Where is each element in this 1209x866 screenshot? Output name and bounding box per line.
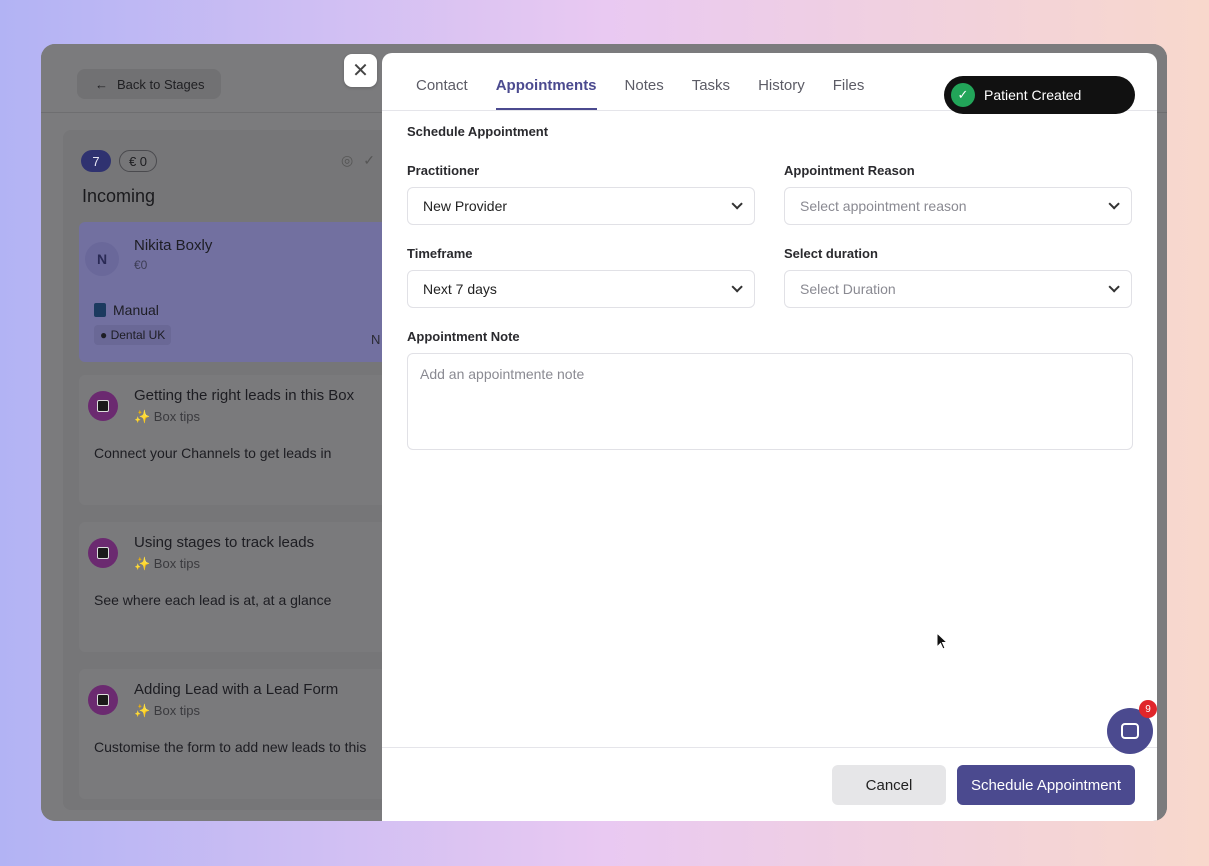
appointment-reason-label: Appointment Reason [784,163,915,178]
schedule-appointment-button[interactable]: Schedule Appointment [957,765,1135,805]
appointment-reason-select[interactable]: Select appointment reason [784,187,1132,225]
patient-drawer: Contact Appointments Notes Tasks History… [382,53,1157,821]
check-circle-icon[interactable]: ✓ [363,152,375,169]
lead-name: Nikita Boxly [134,237,213,254]
chevron-down-icon [1108,198,1120,210]
avatar: N [85,242,119,276]
settings-icon[interactable]: ◎ [341,152,353,169]
section-title: Schedule Appointment [407,124,549,139]
practitioner-value: New Provider [423,198,508,214]
cancel-button[interactable]: Cancel [832,765,946,805]
stage-value-badge: € 0 [119,150,157,172]
chat-icon [1121,723,1139,739]
appointment-reason-placeholder: Select appointment reason [800,198,967,214]
tip-subtitle: ✨ Box tips [134,556,201,571]
lead-source-label: Manual [113,302,159,318]
location-tag: ● Dental UK [94,325,172,345]
tip-body: See where each lead is at, at a glance [94,592,332,608]
tip-icon [97,547,109,559]
document-icon [94,303,106,317]
chat-launcher-button[interactable]: 9 [1107,700,1157,754]
arrow-left-icon: ← [95,76,108,92]
footer-divider [382,747,1157,748]
lead-count-badge: 7 [81,150,111,172]
tip-title: Adding Lead with a Lead Form [134,681,339,698]
close-icon: ✕ [352,60,369,82]
box-tips-avatar [88,391,118,421]
tip-card[interactable]: Adding Lead with a Lead Form ✨ Box tips … [79,669,393,799]
stage-title: Incoming [82,186,156,206]
patient-created-toast: ✓ Patient Created [944,76,1135,114]
lead-source: Manual [94,302,159,318]
tip-card[interactable]: Using stages to track leads ✨ Box tips S… [79,522,393,652]
appointment-note-textarea[interactable] [407,353,1133,450]
duration-placeholder: Select Duration [800,281,896,297]
appointment-note-label: Appointment Note [407,329,520,344]
tab-contact[interactable]: Contact [416,77,468,110]
stage-column: 7 € 0 ◎ ✓ Incoming N Nikita Boxly €0 Man… [63,130,393,810]
practitioner-label: Practitioner [407,163,480,178]
lead-amount: €0 [134,258,148,272]
chevron-down-icon [731,198,743,210]
lead-trailing-text: N [371,332,381,347]
back-button-label: Back to Stages [117,76,205,92]
tip-body: Customise the form to add new leads to t… [94,739,367,755]
tip-subtitle: ✨ Box tips [134,409,201,424]
back-to-stages-button[interactable]: ← Back to Stages [77,69,221,99]
tip-body: Connect your Channels to get leads in [94,445,332,461]
tip-subtitle: ✨ Box tips [134,703,201,718]
chevron-down-icon [1108,281,1120,293]
tab-tasks[interactable]: Tasks [692,77,730,110]
practitioner-select[interactable]: New Provider [407,187,755,225]
notification-badge: 9 [1139,700,1157,718]
column-actions: ◎ ✓ [341,152,375,169]
tip-icon [97,694,109,706]
tip-title: Getting the right leads in this Box [134,387,355,404]
timeframe-value: Next 7 days [423,281,497,297]
app-window: ← Back to Stages 7 € 0 ◎ ✓ Incoming N Ni… [41,44,1167,821]
tip-title: Using stages to track leads [134,534,315,551]
tab-files[interactable]: Files [833,77,865,110]
box-tips-avatar [88,538,118,568]
tip-icon [97,400,109,412]
mouse-cursor-icon [936,632,948,650]
timeframe-label: Timeframe [407,246,473,261]
duration-select[interactable]: Select Duration [784,270,1132,308]
lead-card[interactable]: N Nikita Boxly €0 Manual ● Dental UK N [79,222,393,362]
pin-icon: ● [100,328,108,342]
close-button[interactable]: ✕ [344,54,377,87]
tab-appointments[interactable]: Appointments [495,77,597,110]
tab-history[interactable]: History [758,77,805,110]
toast-message: Patient Created [984,87,1082,103]
tab-notes[interactable]: Notes [625,77,664,110]
tip-card[interactable]: Getting the right leads in this Box ✨ Bo… [79,375,393,505]
duration-label: Select duration [784,246,878,261]
timeframe-select[interactable]: Next 7 days [407,270,755,308]
box-tips-avatar [88,685,118,715]
check-icon: ✓ [951,83,975,107]
location-tag-label: Dental UK [110,328,166,342]
chevron-down-icon [731,281,743,293]
